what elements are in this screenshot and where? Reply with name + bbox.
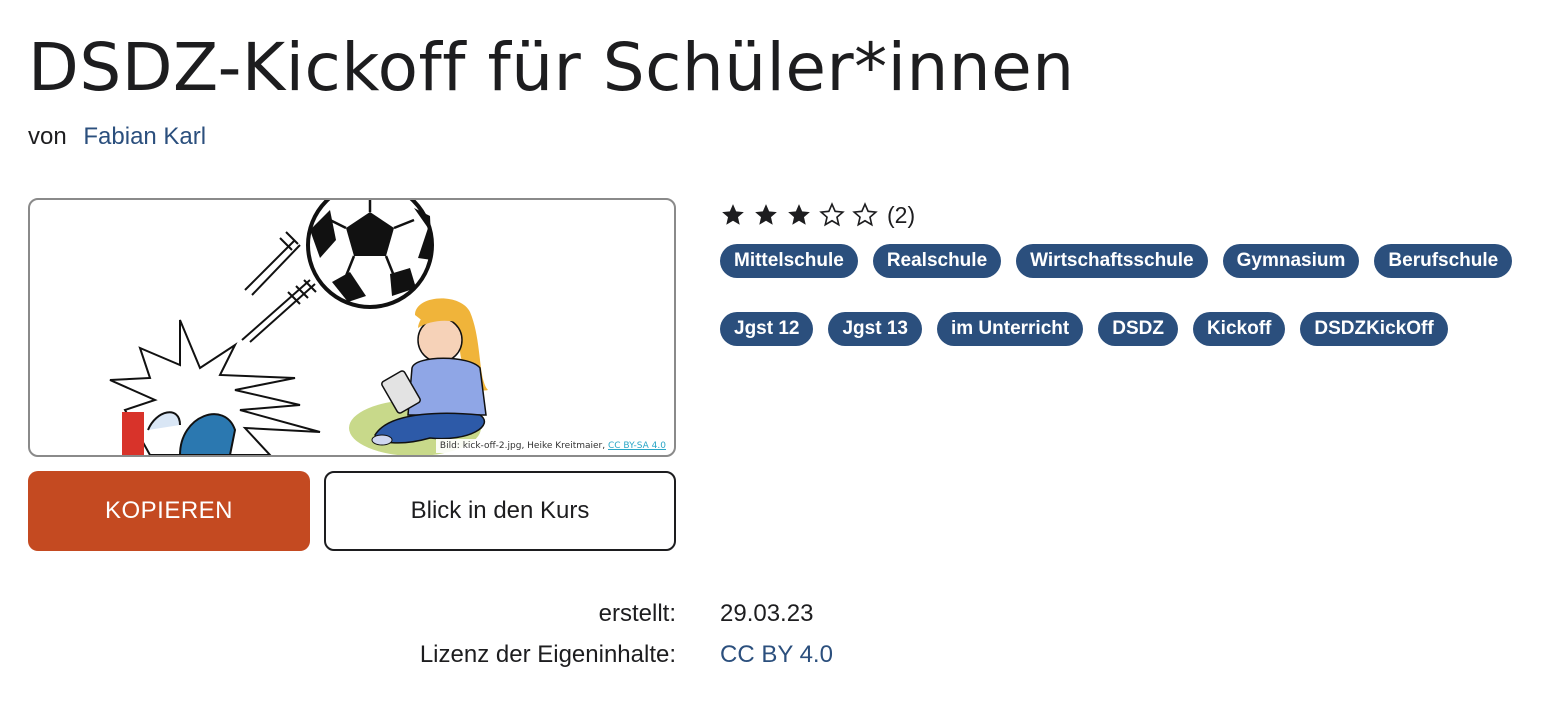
tag[interactable]: Mittelschule xyxy=(720,244,858,278)
author-link[interactable]: Fabian Karl xyxy=(83,123,206,150)
created-label: erstellt: xyxy=(598,600,676,627)
image-credit-text: Bild: kick-off-2.jpg, Heike Kreitmaier, xyxy=(439,441,606,451)
rating-count: (2) xyxy=(887,201,916,228)
tag[interactable]: Kickoff xyxy=(1192,312,1286,346)
star-empty-icon xyxy=(819,202,845,227)
tag[interactable]: Wirtschaftsschule xyxy=(1016,244,1208,278)
tag-list-keywords: Jgst 12 Jgst 13 im Unterricht DSDZ Kicko… xyxy=(720,312,1463,346)
license-link[interactable]: CC BY 4.0 xyxy=(720,641,833,669)
byline: von Fabian Karl xyxy=(28,122,206,152)
image-credit: Bild: kick-off-2.jpg, Heike Kreitmaier, … xyxy=(435,439,670,453)
tag[interactable]: DSDZ xyxy=(1098,312,1178,346)
page-title: DSDZ-Kickoff für Schüler*innen xyxy=(28,29,1075,106)
tag[interactable]: Gymnasium xyxy=(1222,244,1360,278)
star-rating: (2) xyxy=(720,199,915,231)
copy-button[interactable]: KOPIEREN xyxy=(28,471,310,551)
tag[interactable]: Berufschule xyxy=(1374,244,1513,278)
by-label: von xyxy=(28,123,67,150)
view-course-button[interactable]: Blick in den Kurs xyxy=(324,471,676,551)
soccer-ball xyxy=(306,200,434,309)
tag[interactable]: Jgst 12 xyxy=(720,312,814,346)
image-license-link[interactable]: CC BY-SA 4.0 xyxy=(608,441,666,451)
kickoff-illustration xyxy=(109,200,488,455)
created-value: 29.03.23 xyxy=(720,600,814,627)
girl-with-tablet xyxy=(371,298,488,446)
star-filled-icon xyxy=(722,204,744,225)
star-filled-icon xyxy=(755,204,777,225)
tag[interactable]: Jgst 13 xyxy=(828,312,922,346)
tag[interactable]: im Unterricht xyxy=(936,312,1084,346)
course-image: Bild: kick-off-2.jpg, Heike Kreitmaier, … xyxy=(28,198,676,457)
tag-list-school-types: Mittelschule Realschule Wirtschaftsschul… xyxy=(720,244,1527,278)
license-label: Lizenz der Eigeninhalte: xyxy=(419,641,676,668)
tag[interactable]: Realschule xyxy=(872,244,1002,278)
star-empty-icon xyxy=(852,202,878,227)
star-filled-icon xyxy=(788,204,810,225)
tag[interactable]: DSDZKickOff xyxy=(1300,312,1448,346)
